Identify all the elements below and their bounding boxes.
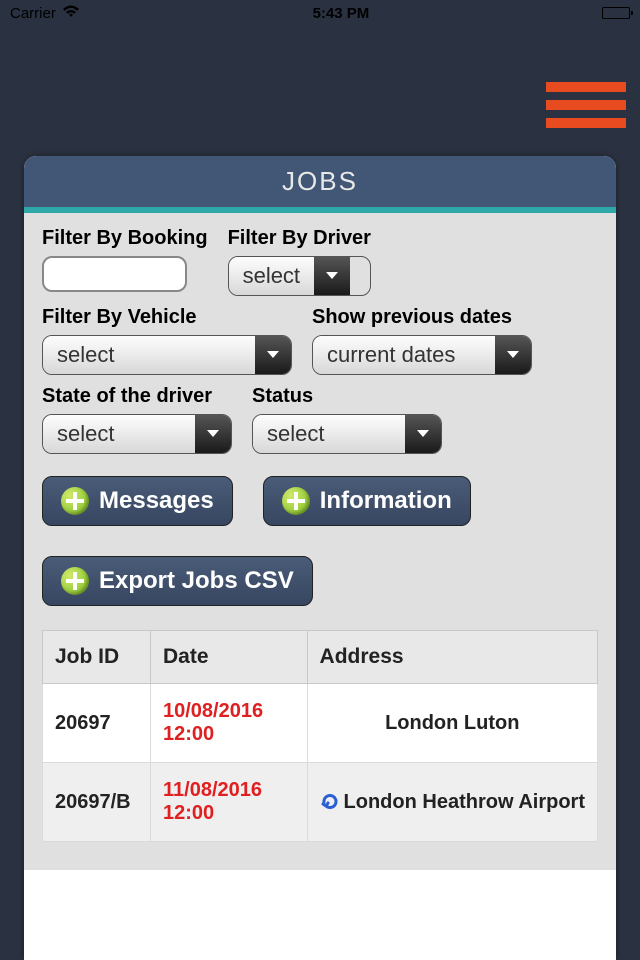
filter-driverstate-label: State of the driver — [42, 385, 232, 408]
plus-icon — [61, 487, 89, 515]
filter-prevdates-label: Show previous dates — [312, 306, 532, 329]
table-row[interactable]: 20697/B 11/08/2016 12:00 London Heathrow… — [43, 763, 598, 842]
table-header-row: Job ID Date Address — [43, 631, 598, 684]
filters-section: Filter By Booking Filter By Driver selec… — [24, 213, 616, 870]
menu-button[interactable] — [546, 82, 626, 136]
filter-booking-label: Filter By Booking — [42, 227, 208, 250]
select-value: select — [253, 415, 405, 453]
col-date: Date — [151, 631, 308, 684]
button-label: Information — [320, 487, 452, 515]
col-jobid: Job ID — [43, 631, 151, 684]
return-icon — [320, 792, 340, 812]
select-value: select — [43, 336, 255, 374]
button-label: Export Jobs CSV — [99, 567, 294, 595]
jobs-table: Job ID Date Address 20697 10/08/2016 12:… — [42, 630, 598, 842]
jobs-panel: JOBS Filter By Booking Filter By Driver … — [24, 156, 616, 960]
cell-address: London Luton — [307, 684, 597, 763]
plus-icon — [282, 487, 310, 515]
cell-address: London Heathrow Airport — [307, 763, 597, 842]
wifi-icon — [62, 4, 80, 22]
table-row[interactable]: 20697 10/08/2016 12:00 London Luton — [43, 684, 598, 763]
filter-driver-select[interactable]: select — [228, 256, 371, 296]
hamburger-icon — [546, 82, 626, 92]
chevron-down-icon — [495, 336, 531, 374]
cell-jobid: 20697/B — [43, 763, 151, 842]
information-button[interactable]: Information — [263, 476, 471, 526]
cell-jobid: 20697 — [43, 684, 151, 763]
carrier-label: Carrier — [10, 5, 56, 22]
button-label: Messages — [99, 487, 214, 515]
filter-vehicle-label: Filter By Vehicle — [42, 306, 292, 329]
chevron-down-icon — [314, 257, 350, 295]
filter-status-label: Status — [252, 385, 442, 408]
filter-driverstate-select[interactable]: select — [42, 414, 232, 454]
status-time: 5:43 PM — [313, 5, 370, 22]
plus-icon — [61, 567, 89, 595]
status-bar: Carrier 5:43 PM — [0, 0, 640, 26]
filter-status-select[interactable]: select — [252, 414, 442, 454]
cell-date: 11/08/2016 12:00 — [151, 763, 308, 842]
messages-button[interactable]: Messages — [42, 476, 233, 526]
chevron-down-icon — [195, 415, 231, 453]
filter-driver-label: Filter By Driver — [228, 227, 371, 250]
export-csv-button[interactable]: Export Jobs CSV — [42, 556, 313, 606]
select-value: select — [229, 257, 314, 295]
select-value: current dates — [313, 336, 495, 374]
chevron-down-icon — [405, 415, 441, 453]
cell-date: 10/08/2016 12:00 — [151, 684, 308, 763]
chevron-down-icon — [255, 336, 291, 374]
filter-prevdates-select[interactable]: current dates — [312, 335, 532, 375]
select-value: select — [43, 415, 195, 453]
col-address: Address — [307, 631, 597, 684]
filter-booking-input[interactable] — [42, 256, 187, 292]
filter-vehicle-select[interactable]: select — [42, 335, 292, 375]
app-header — [0, 26, 640, 156]
panel-title: JOBS — [24, 156, 616, 207]
battery-icon — [602, 7, 630, 19]
